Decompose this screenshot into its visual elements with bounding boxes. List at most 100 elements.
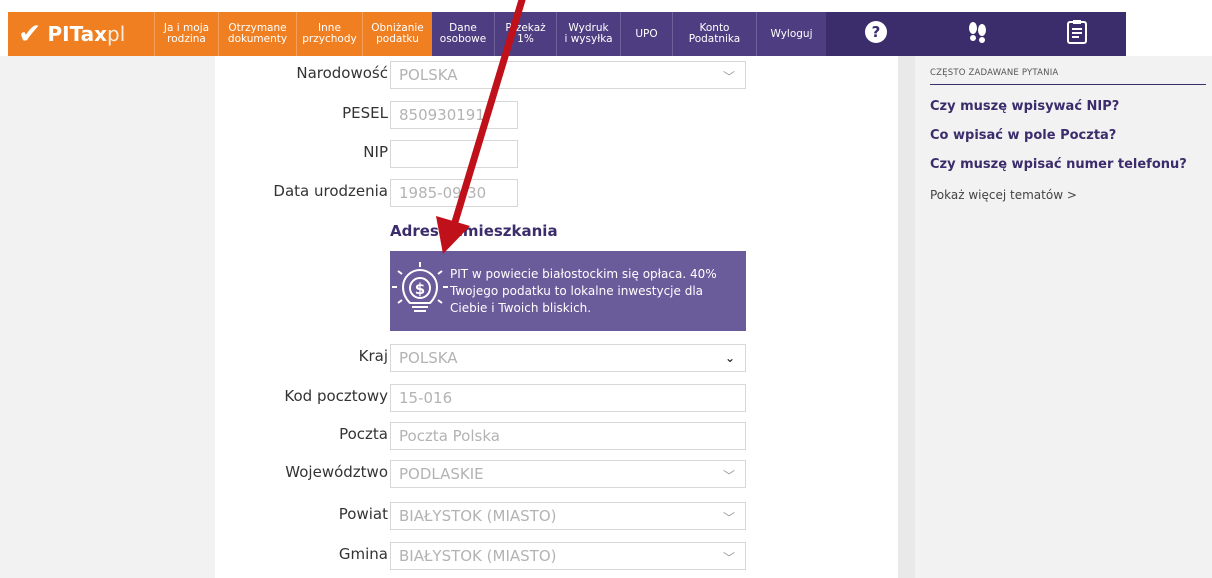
nav-item-text: Obniżanie podatku [371, 23, 423, 45]
poczta-value: Poczta Polska [399, 427, 500, 445]
nav-item-1[interactable]: Otrzymane dokumenty [218, 12, 296, 56]
birthdate-label: Data urodzenia [273, 182, 388, 200]
nav-item-5[interactable]: Przekaż 1% [494, 12, 556, 56]
faq-link-nip[interactable]: Czy muszę wpisywać NIP? [930, 99, 1206, 114]
narodowosc-value: POLSKA [399, 66, 458, 84]
faq-sidebar: CZĘSTO ZADAWANE PYTANIA Czy muszę wpisyw… [930, 68, 1206, 202]
personal-data-form: Narodowość POLSKA ﹀ PESEL 850930191 NIP … [215, 56, 898, 578]
birthdate-value: 1985-09-30 [399, 184, 487, 202]
promo-banner: $ PIT w powiecie białostockim się opłaca… [390, 251, 746, 331]
nav-item-text: Dane osobowe [440, 23, 486, 45]
birthdate-input[interactable]: 1985-09-30 [390, 179, 518, 207]
gmina-value: BIAŁYSTOK (MIASTO) [399, 547, 557, 565]
nip-label: NIP [363, 143, 388, 161]
nav-items: Ja i moja rodzina Otrzymane dokumenty Inne pr… [154, 12, 826, 56]
nav-item-8[interactable]: Konto Podatnika [672, 12, 756, 56]
nav-item-text: Wyloguj [770, 27, 813, 40]
gmina-row: Gmina BIAŁYSTOK (MIASTO) ﹀ [215, 542, 898, 570]
faq-link-poczta[interactable]: Co wpisać w pole Poczta? [930, 128, 1206, 143]
left-background [0, 56, 215, 578]
nav-item-line2: podatku [376, 33, 419, 45]
footsteps-icon[interactable] [964, 19, 990, 49]
nav-item-line2: przychody [302, 33, 357, 45]
nav-item-text: Konto Podatnika [689, 23, 741, 45]
help-toolbar: ? [826, 12, 1126, 56]
postal-code-row: Kod pocztowy 15-016 [215, 384, 898, 412]
powiat-label: Powiat [338, 505, 388, 523]
chevron-down-icon: ﹀ [722, 70, 735, 84]
birthdate-row: Data urodzenia 1985-09-30 [215, 179, 898, 207]
nip-row: NIP [215, 140, 898, 168]
wojewodztwo-value: PODLASKIE [399, 465, 484, 483]
wojewodztwo-select[interactable]: PODLASKIE ﹀ [390, 460, 746, 488]
sidebar-separator [898, 56, 915, 578]
chevron-down-icon: ﹀ [722, 551, 735, 565]
logo-suffix: pl [107, 22, 126, 46]
question-icon[interactable]: ? [863, 19, 889, 49]
main-nav: ✔ PITax pl Ja i moja rodzina Otrzymane dokum… [8, 12, 1204, 56]
chevron-down-icon: ﹀ [722, 511, 735, 525]
pesel-row: PESEL 850930191 [215, 101, 898, 129]
kraj-label: Kraj [358, 347, 388, 365]
nav-item-3[interactable]: Obniżanie podatku [362, 12, 432, 56]
wojewodztwo-label: Województwo [285, 463, 388, 481]
faq-more-link[interactable]: Pokaż więcej tematów > [930, 188, 1206, 202]
kraj-select[interactable]: POLSKA ⌄ [390, 344, 746, 372]
nav-item-4[interactable]: Dane osobowe [432, 12, 494, 56]
pesel-input[interactable]: 850930191 [390, 101, 518, 129]
powiat-row: Powiat BIAŁYSTOK (MIASTO) ﹀ [215, 502, 898, 530]
lightbulb-dollar-icon: $ [390, 251, 450, 331]
nip-input[interactable] [390, 140, 518, 168]
poczta-label: Poczta [339, 425, 388, 443]
nav-item-text: Ja i moja rodzina [164, 23, 209, 45]
nav-item-line2: 1% [517, 33, 534, 45]
nav-item-line2: rodzina [167, 33, 206, 45]
pesel-value: 850930191 [399, 106, 485, 124]
nav-item-line2: Podatnika [688, 33, 741, 45]
nav-item-2[interactable]: Inne przychody [296, 12, 362, 56]
nav-item-line1: UPO [635, 27, 658, 40]
nav-item-line2: osobowe [439, 33, 487, 45]
postal-code-label: Kod pocztowy [284, 387, 388, 405]
nav-item-line1: Wyloguj [770, 27, 813, 40]
nav-item-7[interactable]: UPO [620, 12, 672, 56]
clipboard-icon[interactable] [1065, 19, 1089, 49]
faq-link-phone[interactable]: Czy muszę wpisać numer telefonu? [930, 157, 1206, 172]
nav-item-9[interactable]: Wyloguj [756, 12, 826, 56]
promo-text: PIT w powiecie białostockim się opłaca. … [450, 266, 717, 315]
svg-text:$: $ [415, 280, 425, 298]
powiat-value: BIAŁYSTOK (MIASTO) [399, 507, 557, 525]
gmina-select[interactable]: BIAŁYSTOK (MIASTO) ﹀ [390, 542, 746, 570]
poczta-row: Poczta Poczta Polska [215, 422, 898, 450]
nav-item-text: Przekaż 1% [505, 23, 545, 45]
postal-code-input[interactable]: 15-016 [390, 384, 746, 412]
poczta-input[interactable]: Poczta Polska [390, 422, 746, 450]
svg-text:?: ? [872, 23, 881, 41]
nav-item-6[interactable]: Wydruk i wysyłka [556, 12, 620, 56]
top-bar: ✔ PITax pl Ja i moja rodzina Otrzymane dokum… [0, 0, 1212, 56]
powiat-select[interactable]: BIAŁYSTOK (MIASTO) ﹀ [390, 502, 746, 530]
nav-item-text: Inne przychody [302, 23, 356, 45]
narodowosc-row: Narodowość POLSKA ﹀ [215, 61, 898, 89]
nav-item-line2: dokumenty [227, 33, 288, 45]
wojewodztwo-row: Województwo PODLASKIE ﹀ [215, 460, 898, 488]
narodowosc-select[interactable]: POLSKA ﹀ [390, 61, 746, 89]
nav-item-0[interactable]: Ja i moja rodzina [154, 12, 218, 56]
faq-header: CZĘSTO ZADAWANE PYTANIA [930, 68, 1206, 85]
pesel-label: PESEL [342, 104, 388, 122]
logo-brand: PITax [47, 22, 108, 46]
chevron-down-icon: ⌄ [724, 351, 735, 365]
nav-item-line2: i wysyłka [564, 33, 613, 45]
nav-item-text: Otrzymane dokumenty [228, 23, 287, 45]
nav-item-text: UPO [635, 27, 658, 40]
chevron-down-icon: ﹀ [722, 469, 735, 483]
checkmark-icon: ✔ [18, 17, 42, 50]
kraj-row: Kraj POLSKA ⌄ [215, 344, 898, 372]
kraj-value: POLSKA [399, 349, 458, 367]
nav-item-text: Wydruk i wysyłka [564, 23, 612, 45]
gmina-label: Gmina [338, 545, 388, 563]
address-section-title: Adres zamieszkania [390, 222, 558, 240]
narodowosc-label: Narodowość [296, 64, 388, 82]
pitax-logo[interactable]: ✔ PITax pl [8, 12, 154, 56]
postal-code-value: 15-016 [399, 389, 453, 407]
